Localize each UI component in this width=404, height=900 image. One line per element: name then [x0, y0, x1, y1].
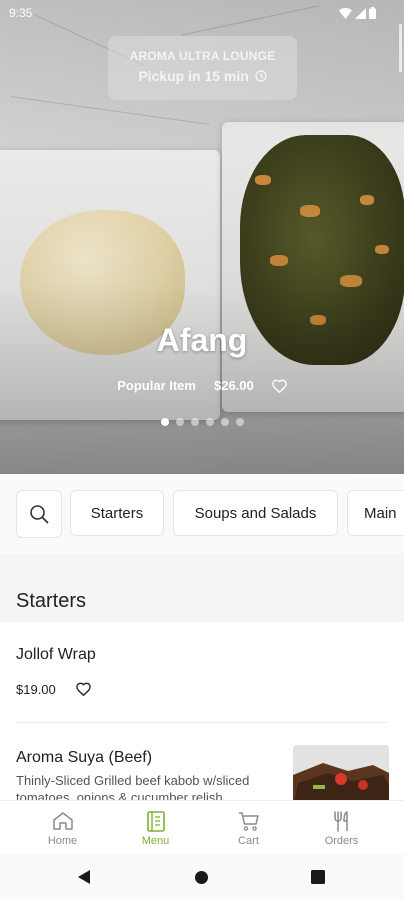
featured-price: $26.00 [213, 378, 254, 393]
category-chip-main[interactable]: Main [347, 490, 404, 536]
nav-menu-label: Menu [141, 835, 170, 847]
carousel-dot[interactable] [160, 418, 169, 426]
nav-cart[interactable]: Cart [198, 801, 299, 855]
carousel-dots [0, 418, 404, 426]
system-navigation-bar [0, 854, 404, 900]
menu-item-price: $19.00 [16, 682, 56, 697]
nav-menu[interactable]: Menu [105, 801, 206, 855]
home-circle-icon[interactable] [194, 870, 209, 885]
carousel-dot[interactable] [220, 418, 229, 426]
nav-cart-label: Cart [238, 835, 259, 847]
category-bar: Starters Soups and Salads Main [0, 474, 404, 554]
featured-tag: Popular Item [117, 378, 196, 393]
wifi-icon [339, 7, 352, 19]
cart-icon [238, 812, 259, 831]
menu-item-list: Jollof Wrap $19.00 Aroma Suya (Beef) Thi… [0, 622, 404, 800]
heart-icon[interactable] [76, 682, 91, 696]
menu-item-image[interactable] [293, 745, 389, 800]
featured-item-title: Afang [156, 322, 248, 358]
carousel-dot[interactable] [235, 418, 244, 426]
clock-icon [254, 70, 267, 82]
recents-icon[interactable] [311, 870, 325, 884]
scrollbar [399, 24, 402, 72]
category-chip-starters[interactable]: Starters [70, 490, 164, 536]
store-pickup-pill[interactable]: AROMA ULTRA LOUNGE Pickup in 15 min [108, 36, 297, 100]
nav-home[interactable]: Home [12, 801, 113, 855]
status-time: 9:35 [9, 6, 33, 20]
store-name: AROMA ULTRA LOUNGE [129, 49, 276, 63]
pickup-time: Pickup in 15 min [138, 68, 249, 84]
heart-icon[interactable] [271, 379, 287, 393]
carousel-dot[interactable] [205, 418, 214, 426]
section-title: Starters [16, 590, 87, 612]
menu-book-icon [146, 811, 165, 832]
home-icon [52, 812, 73, 830]
fork-knife-icon [333, 811, 348, 832]
nav-home-label: Home [47, 835, 78, 847]
menu-item-description: Thinly-Sliced Grilled beef kabob w/slice… [16, 773, 250, 800]
category-chip-soups-salads[interactable]: Soups and Salads [173, 490, 338, 536]
nav-orders[interactable]: Orders [291, 801, 392, 855]
status-bar: 9:35 [0, 0, 404, 72]
menu-item-name[interactable]: Aroma Suya (Beef) [16, 749, 152, 767]
search-icon [30, 505, 49, 524]
signal-icon [355, 7, 366, 19]
menu-item-name[interactable]: Jollof Wrap [16, 646, 96, 664]
carousel-dot[interactable] [175, 418, 184, 426]
carousel-dot[interactable] [190, 418, 199, 426]
battery-icon [369, 7, 376, 19]
bottom-navigation: Home Menu Cart Orders [0, 800, 404, 855]
search-button[interactable] [16, 490, 62, 538]
back-icon[interactable] [76, 869, 92, 885]
divider [16, 722, 388, 723]
featured-item-meta: Popular Item $26.00 [0, 378, 404, 393]
nav-orders-label: Orders [324, 835, 359, 847]
